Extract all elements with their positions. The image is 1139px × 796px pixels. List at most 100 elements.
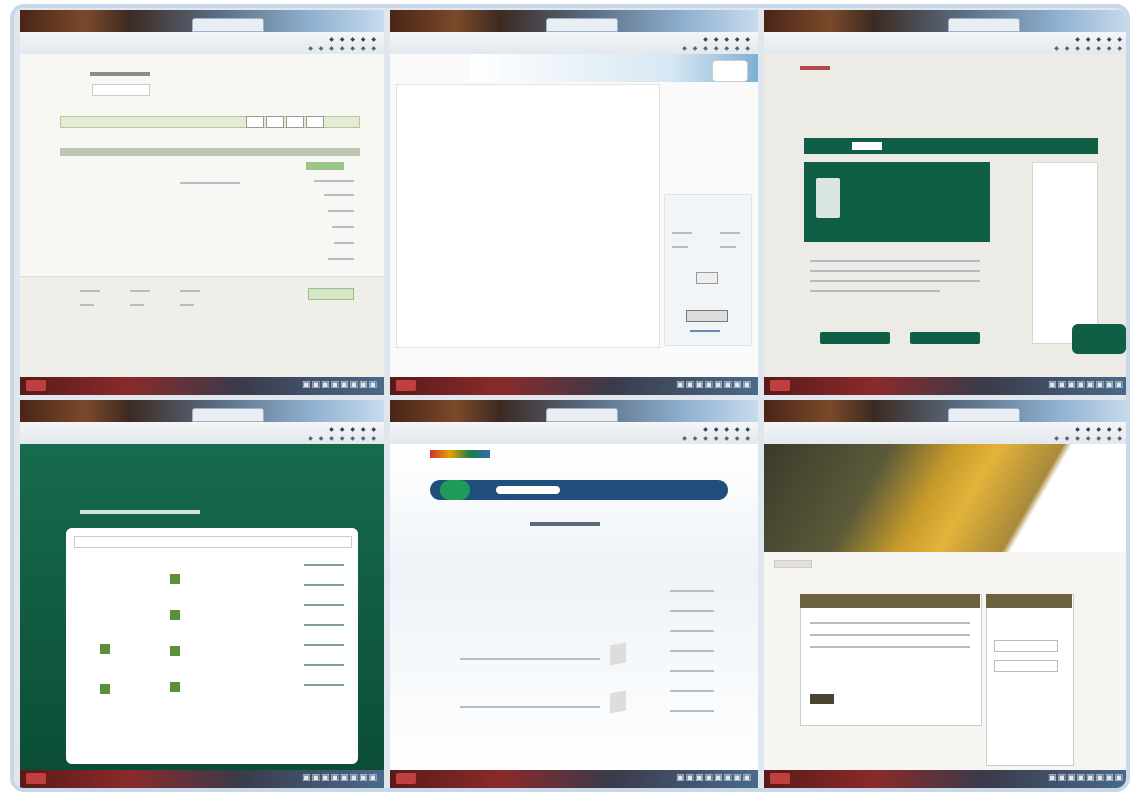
nav-bar[interactable] — [430, 480, 728, 500]
taskbar-apps[interactable]: ▣▣▣▣▣▣▣▣ — [302, 773, 378, 783]
screenshot-collage: ◆ ◆ ◆ ◆ ◆ ◆ ◆ ◆ ◆ ◆ ◆ ◆ ▣▣▣▣▣▣▣▣ ◆ ◆ ◆ ◆… — [10, 4, 1130, 792]
browser-tab[interactable] — [192, 18, 264, 32]
toolbar-icons-2[interactable]: ◆ ◆ ◆ ◆ ◆ ◆ ◆ — [1054, 435, 1124, 442]
service-icon-1[interactable] — [170, 574, 180, 584]
submit-button[interactable] — [696, 272, 718, 284]
start-button[interactable] — [396, 773, 416, 784]
category-4[interactable] — [304, 624, 344, 626]
toolbar-icons-2[interactable]: ◆ ◆ ◆ ◆ ◆ ◆ ◆ — [308, 435, 378, 442]
toolbar-icons[interactable]: ◆ ◆ ◆ ◆ ◆ — [703, 426, 752, 433]
tab-3[interactable] — [286, 116, 304, 128]
article-line-1 — [810, 260, 980, 262]
browser-titlebar — [20, 10, 384, 32]
page-body — [764, 444, 1126, 770]
toolbar-icons[interactable]: ◆ ◆ ◆ ◆ ◆ — [1075, 426, 1124, 433]
input-field[interactable] — [92, 84, 150, 96]
footer-col-6 — [180, 304, 194, 306]
sidebar-link-6[interactable] — [670, 690, 714, 692]
label-3 — [672, 246, 688, 248]
header-logo — [800, 66, 830, 70]
confirm-button[interactable] — [686, 310, 728, 322]
toolbar-icons-2[interactable]: ◆ ◆ ◆ ◆ ◆ ◆ ◆ — [1054, 45, 1124, 52]
label-1 — [672, 232, 692, 234]
sidebar-link-5[interactable] — [670, 670, 714, 672]
taskbar: ▣▣▣▣▣▣▣▣ — [20, 770, 384, 788]
toolbar-icons-2[interactable]: ◆ ◆ ◆ ◆ ◆ ◆ ◆ — [682, 45, 752, 52]
green-button-1[interactable] — [820, 332, 890, 344]
browser-toolbar: ◆ ◆ ◆ ◆ ◆ ◆ ◆ ◆ ◆ ◆ ◆ ◆ — [764, 32, 1126, 55]
nav-search[interactable] — [852, 142, 882, 150]
toolbar-icons[interactable]: ◆ ◆ ◆ ◆ ◆ — [329, 426, 378, 433]
breadcrumb-tab[interactable] — [774, 560, 812, 568]
browser-tab[interactable] — [948, 408, 1020, 422]
label-2 — [720, 232, 740, 234]
form-label-5 — [334, 242, 354, 244]
taskbar-apps[interactable]: ▣▣▣▣▣▣▣▣ — [1048, 773, 1124, 783]
service-icon-4[interactable] — [170, 682, 180, 692]
link-text[interactable] — [690, 330, 720, 332]
start-button[interactable] — [770, 773, 790, 784]
sidebar-link-3[interactable] — [670, 630, 714, 632]
form-label-2 — [324, 194, 354, 196]
nav-bar[interactable] — [804, 138, 1098, 154]
selected-row[interactable] — [60, 148, 360, 156]
sidebar-link-2[interactable] — [670, 610, 714, 612]
toolbar-icons[interactable]: ◆ ◆ ◆ ◆ ◆ — [329, 36, 378, 43]
start-button[interactable] — [770, 380, 790, 391]
start-button[interactable] — [396, 380, 416, 391]
browser-titlebar — [764, 10, 1126, 32]
taskbar-apps[interactable]: ▣▣▣▣▣▣▣▣ — [302, 380, 378, 390]
toolbar-icons[interactable]: ◆ ◆ ◆ ◆ ◆ — [1075, 36, 1124, 43]
browser-toolbar: ◆ ◆ ◆ ◆ ◆ ◆ ◆ ◆ ◆ ◆ ◆ ◆ — [764, 422, 1126, 445]
book-icon-2 — [610, 690, 626, 714]
chat-widget[interactable] — [1072, 324, 1126, 354]
start-button[interactable] — [26, 773, 46, 784]
search-bar[interactable] — [74, 536, 352, 548]
form-label-3 — [328, 210, 354, 212]
side-input-2[interactable] — [994, 660, 1058, 672]
color-swatches[interactable] — [430, 450, 490, 458]
green-label — [306, 162, 344, 170]
tab-4[interactable] — [306, 116, 324, 128]
nav-search[interactable] — [496, 486, 560, 494]
toolbar-icons-2[interactable]: ◆ ◆ ◆ ◆ ◆ ◆ ◆ — [308, 45, 378, 52]
category-7[interactable] — [304, 684, 344, 686]
green-button-2[interactable] — [910, 332, 980, 344]
category-1[interactable] — [304, 564, 344, 566]
service-icon-3[interactable] — [170, 646, 180, 656]
side-input-1[interactable] — [994, 640, 1058, 652]
category-6[interactable] — [304, 664, 344, 666]
sidebar-link-4[interactable] — [670, 650, 714, 652]
side-card — [986, 594, 1074, 766]
card-action-button[interactable] — [810, 694, 834, 704]
tab-2[interactable] — [266, 116, 284, 128]
browser-tab[interactable] — [546, 408, 618, 422]
category-5[interactable] — [304, 644, 344, 646]
nav-green-button[interactable] — [440, 480, 470, 500]
page-body — [20, 444, 384, 770]
sidebar-link-7[interactable] — [670, 710, 714, 712]
main-card-header — [800, 594, 980, 608]
browser-tab[interactable] — [192, 408, 264, 422]
taskbar-apps[interactable]: ▣▣▣▣▣▣▣▣ — [1048, 380, 1124, 390]
sidebar-link-1[interactable] — [670, 590, 714, 592]
toolbar-icons[interactable]: ◆ ◆ ◆ ◆ ◆ — [703, 36, 752, 43]
browser-tab[interactable] — [948, 18, 1020, 32]
category-2[interactable] — [304, 584, 344, 586]
taskbar-apps[interactable]: ▣▣▣▣▣▣▣▣ — [676, 380, 752, 390]
form-label-6 — [328, 258, 354, 260]
taskbar-apps[interactable]: ▣▣▣▣▣▣▣▣ — [676, 773, 752, 783]
service-icon-2[interactable] — [170, 610, 180, 620]
browser-tab[interactable] — [546, 18, 618, 32]
side-panel — [664, 194, 752, 346]
footer-col-2 — [130, 290, 150, 292]
toolbar-icons-2[interactable]: ◆ ◆ ◆ ◆ ◆ ◆ ◆ — [682, 435, 752, 442]
taskbar: ▣▣▣▣▣▣▣▣ — [390, 377, 758, 395]
service-icon-5[interactable] — [100, 644, 110, 654]
tab-1[interactable] — [246, 116, 264, 128]
service-icon-6[interactable] — [100, 684, 110, 694]
start-button[interactable] — [26, 380, 46, 391]
footer-col-5 — [130, 304, 144, 306]
category-3[interactable] — [304, 604, 344, 606]
hero-graphic — [764, 444, 1126, 552]
